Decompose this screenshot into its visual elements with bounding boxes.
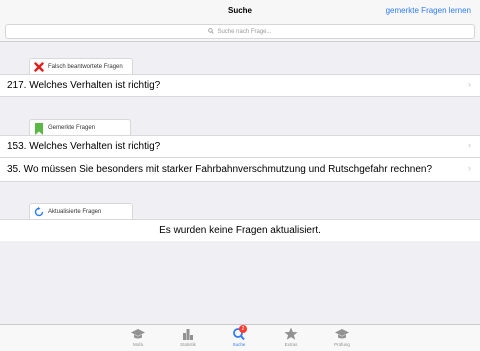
question-text: 217. Welches Verhalten ist richtig?: [7, 80, 161, 91]
section-header-wrong: Falsch beantwortete Fragen: [29, 58, 133, 74]
tab-suche[interactable]: 2 Suche: [213, 325, 265, 351]
search-icon: [208, 27, 215, 36]
learn-bookmarked-button[interactable]: gemerkte Fragen lernen: [386, 6, 471, 15]
search-placeholder: Suche nach Frage...: [217, 28, 272, 35]
tab-label: Mofa: [132, 342, 143, 347]
empty-state-message: Es wurden keine Fragen aktualisiert.: [0, 219, 480, 241]
section-header-label: Gemerkte Fragen: [48, 124, 96, 131]
notification-badge: 2: [239, 325, 247, 333]
search-input[interactable]: Suche nach Frage...: [5, 24, 475, 39]
section-header-label: Falsch beantwortete Fragen: [48, 63, 123, 70]
tab-bar: Mofa Statistik 2 Suche Extras Prüfung: [0, 324, 480, 351]
navigation-bar: Suche gemerkte Fragen lernen: [0, 0, 480, 22]
green-bookmark-icon: [34, 122, 44, 135]
tab-extras[interactable]: Extras: [265, 327, 317, 351]
star-icon: [283, 327, 299, 341]
section-header-updated: Aktualisierte Fragen: [29, 203, 133, 219]
tab-label: Prüfung: [334, 342, 350, 347]
list-item[interactable]: 35. Wo müssen Sie besonders mit starker …: [0, 158, 480, 182]
list-item[interactable]: 217. Welches Verhalten ist richtig? ›: [0, 74, 480, 97]
section-header-bookmarked: Gemerkte Fragen: [29, 119, 131, 135]
tab-label: Extras: [284, 342, 298, 347]
list-item[interactable]: 153. Welches Verhalten ist richtig? ›: [0, 135, 480, 158]
tab-pruefung[interactable]: Prüfung: [316, 327, 368, 351]
tab-statistik[interactable]: Statistik: [162, 327, 214, 351]
chevron-right-icon: ›: [468, 163, 471, 173]
section-header-label: Aktualisierte Fragen: [48, 208, 102, 215]
red-x-icon: [34, 61, 44, 72]
tab-label: Suche: [232, 342, 246, 347]
question-text: 153. Welches Verhalten ist richtig?: [7, 141, 161, 152]
tab-label: Statistik: [180, 342, 196, 347]
bar-chart-icon: [180, 327, 196, 341]
graduation-cap-icon: [130, 327, 146, 341]
search-bar-container: Suche nach Frage...: [0, 22, 480, 42]
refresh-icon: [34, 206, 44, 217]
chevron-right-icon: ›: [468, 140, 471, 150]
chevron-right-icon: ›: [468, 79, 471, 89]
question-text: 35. Wo müssen Sie besonders mit starker …: [7, 164, 433, 175]
tab-mofa[interactable]: Mofa: [112, 327, 164, 351]
graduation-cap-icon: [334, 327, 350, 341]
search-icon: 2: [231, 325, 247, 341]
